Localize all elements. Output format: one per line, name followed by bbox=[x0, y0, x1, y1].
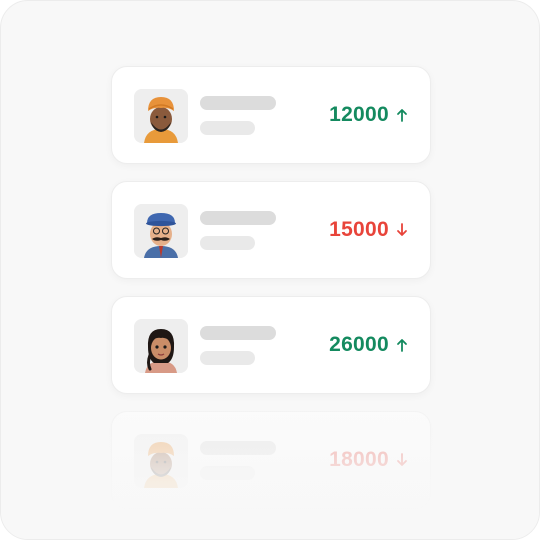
man-with-orange-turban-icon bbox=[134, 434, 188, 488]
name-placeholder bbox=[200, 96, 276, 110]
man-with-blue-cap-icon bbox=[134, 204, 188, 258]
amount-value: 12000 bbox=[329, 103, 389, 126]
man-with-orange-turban-icon bbox=[134, 89, 188, 143]
subtitle-placeholder bbox=[200, 466, 255, 480]
list-item[interactable]: 26000 bbox=[111, 296, 431, 394]
avatar bbox=[134, 319, 188, 373]
amount-value: 18000 bbox=[329, 448, 389, 471]
list-item[interactable]: 18000 bbox=[111, 411, 431, 509]
list-item[interactable]: 12000 bbox=[111, 66, 431, 164]
transactions-panel: 12000 15000 26000 18000 bbox=[0, 0, 540, 540]
avatar bbox=[134, 434, 188, 488]
avatar bbox=[134, 89, 188, 143]
amount: 18000 bbox=[329, 448, 408, 472]
subtitle-placeholder bbox=[200, 121, 255, 135]
leaderboard-list: 12000 15000 26000 18000 bbox=[111, 66, 431, 526]
amount: 15000 bbox=[329, 218, 408, 242]
list-item[interactable]: 15000 bbox=[111, 181, 431, 279]
arrow-down-icon bbox=[397, 223, 407, 236]
arrow-down-icon bbox=[397, 453, 407, 466]
woman-with-braid-icon bbox=[134, 319, 188, 373]
subtitle-placeholder bbox=[200, 351, 255, 365]
amount: 26000 bbox=[329, 333, 408, 357]
amount-value: 26000 bbox=[329, 333, 389, 356]
arrow-up-icon bbox=[397, 339, 407, 352]
name-placeholder bbox=[200, 326, 276, 340]
arrow-up-icon bbox=[397, 109, 407, 122]
amount-value: 15000 bbox=[329, 218, 389, 241]
name-placeholder bbox=[200, 211, 276, 225]
subtitle-placeholder bbox=[200, 236, 255, 250]
avatar bbox=[134, 204, 188, 258]
amount: 12000 bbox=[329, 103, 408, 127]
name-placeholder bbox=[200, 441, 276, 455]
